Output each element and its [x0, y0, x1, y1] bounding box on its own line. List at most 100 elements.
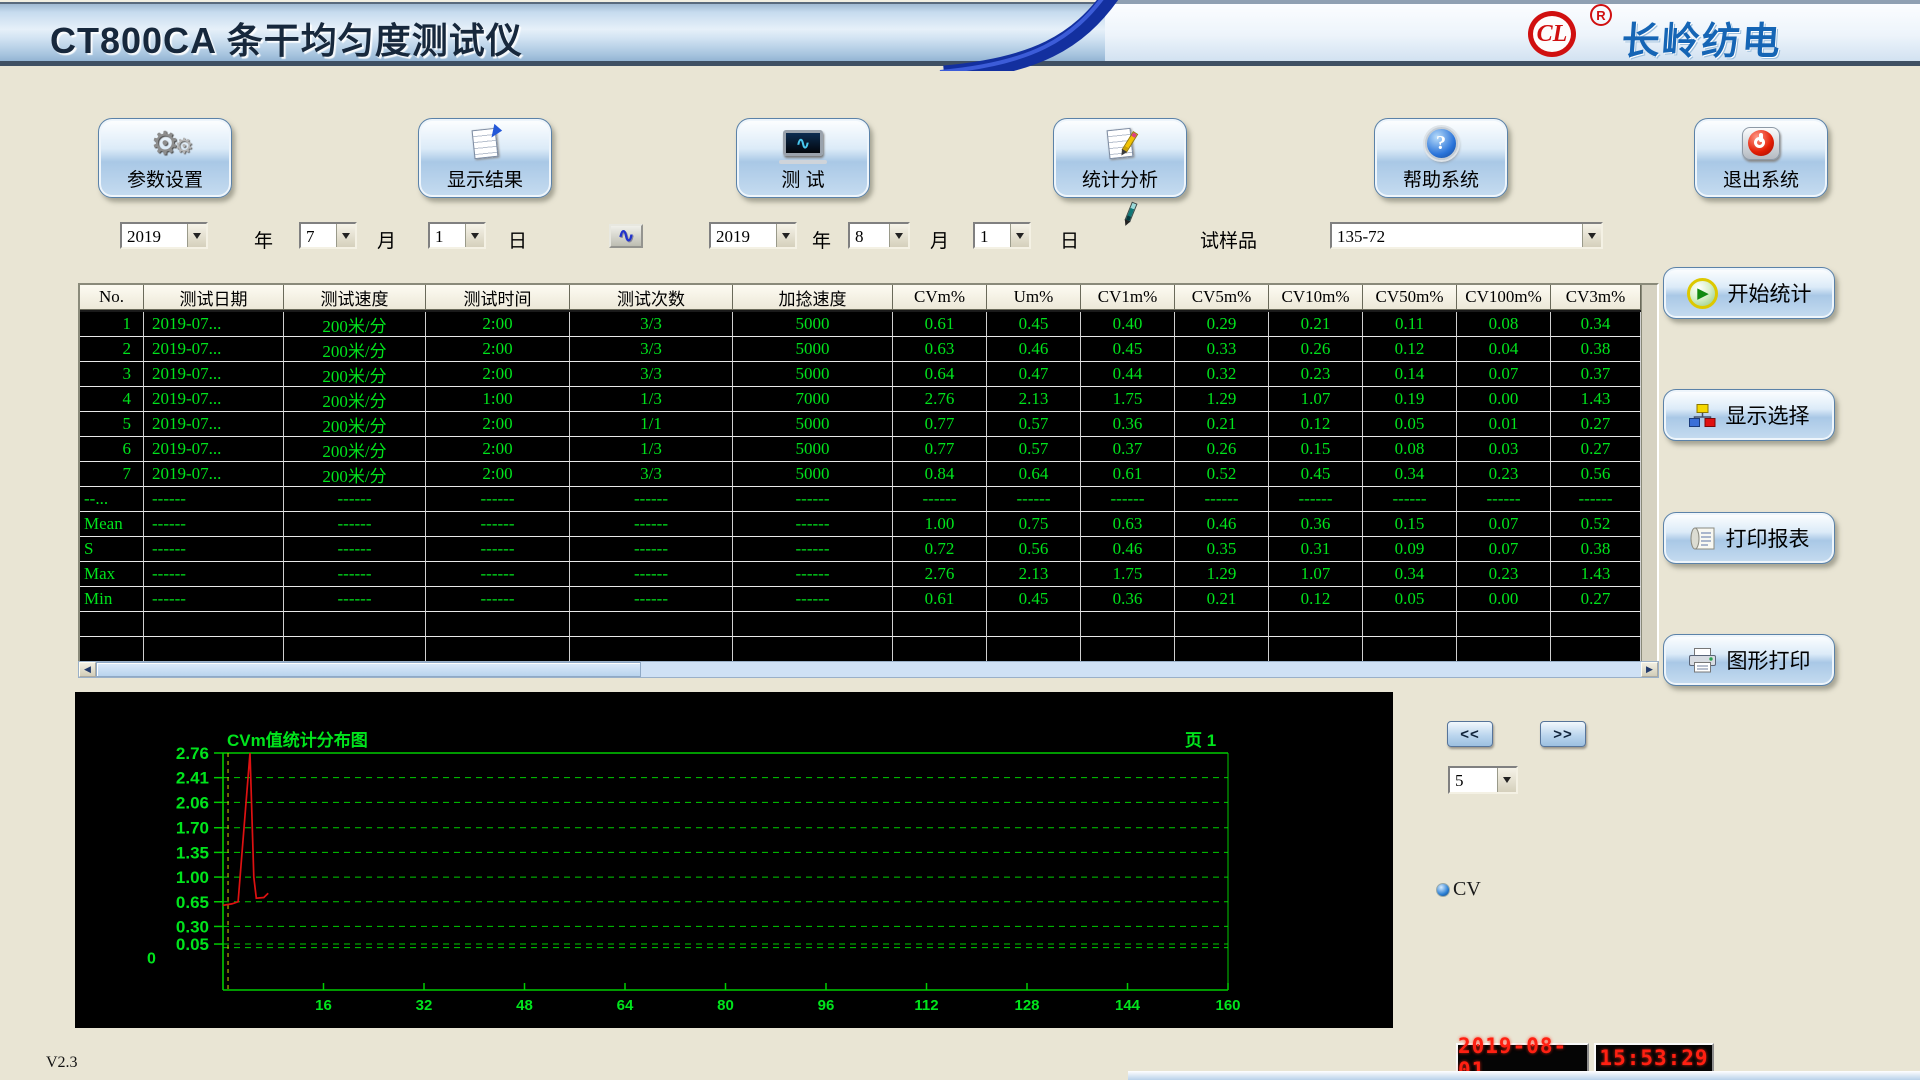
table-row[interactable]: S------------------------------0.720.560…: [80, 537, 1641, 562]
table-cell: ------: [426, 512, 570, 537]
table-cell: [733, 612, 893, 637]
scroll-right-button[interactable]: ▶: [1641, 662, 1658, 677]
column-header[interactable]: 测试时间: [426, 285, 570, 310]
table-row[interactable]: 12019-07...200米/分2:003/350000.610.450.40…: [80, 312, 1641, 337]
scrollbar-thumb[interactable]: [96, 662, 641, 677]
table-cell: 0.46: [1081, 537, 1175, 562]
column-header[interactable]: CV3m%: [1551, 285, 1641, 310]
horizontal-scrollbar[interactable]: ◀ ▶: [78, 661, 1659, 678]
table-cell: 1.29: [1175, 387, 1269, 412]
end-year-select[interactable]: 2019: [709, 222, 797, 249]
table-cell: [733, 637, 893, 662]
pencil-icon: [1122, 131, 1139, 153]
table-cell: 0.27: [1551, 437, 1641, 462]
column-header[interactable]: CV5m%: [1175, 285, 1269, 310]
stats-analysis-label: 统计分析: [1082, 165, 1158, 192]
scrollbar-track[interactable]: [641, 662, 1641, 677]
table-row[interactable]: [80, 637, 1641, 662]
table-row[interactable]: Min------------------------------0.610.4…: [80, 587, 1641, 612]
table-row[interactable]: Max------------------------------2.762.1…: [80, 562, 1641, 587]
table-cell: [987, 637, 1081, 662]
column-header[interactable]: CV100m%: [1457, 285, 1551, 310]
table-cell: [1175, 612, 1269, 637]
table-cell: 2019-07...: [144, 337, 284, 362]
stats-analysis-button[interactable]: 统计分析: [1053, 118, 1187, 198]
document-icon: [472, 127, 499, 158]
table-cell: 0.52: [1551, 512, 1641, 537]
help-system-button[interactable]: ? 帮助系统: [1374, 118, 1508, 198]
params-settings-button[interactable]: ⚙ ⚙ 参数设置: [98, 118, 232, 198]
test-button[interactable]: ∿ 测 试: [736, 118, 870, 198]
svg-text:80: 80: [717, 997, 734, 1014]
start-statistics-button[interactable]: ▶ 开始统计: [1663, 267, 1835, 319]
show-results-label: 显示结果: [447, 165, 523, 192]
sample-select[interactable]: 135-72: [1330, 222, 1603, 249]
table-cell: 0.15: [1269, 437, 1363, 462]
table-cell: [1269, 637, 1363, 662]
start-statistics-label: 开始统计: [1728, 278, 1812, 308]
table-cell: 0.34: [1551, 312, 1641, 337]
table-cell: 0.36: [1081, 412, 1175, 437]
table-row[interactable]: 62019-07...200米/分2:001/350000.770.570.37…: [80, 437, 1641, 462]
column-header[interactable]: CV50m%: [1363, 285, 1457, 310]
prev-page-button[interactable]: <<: [1447, 721, 1493, 747]
table-row[interactable]: 52019-07...200米/分2:001/150000.770.570.36…: [80, 412, 1641, 437]
column-header[interactable]: 加捻速度: [733, 285, 893, 310]
svg-text:1.70: 1.70: [176, 819, 209, 838]
table-cell: [1081, 637, 1175, 662]
svg-text:112: 112: [914, 997, 938, 1014]
column-header[interactable]: 测试日期: [144, 285, 284, 310]
table-row[interactable]: 32019-07...200米/分2:003/350000.640.470.44…: [80, 362, 1641, 387]
table-cell: 0.07: [1457, 512, 1551, 537]
table-cell: 0.37: [1081, 437, 1175, 462]
column-header[interactable]: Um%: [987, 285, 1081, 310]
led-time-value: 15:53:29: [1599, 1046, 1708, 1070]
next-page-button[interactable]: >>: [1540, 721, 1586, 747]
dropdown-arrow-icon[interactable]: [465, 224, 484, 247]
date-range-button[interactable]: ∿: [609, 224, 643, 248]
dropdown-arrow-icon[interactable]: [1010, 224, 1029, 247]
table-cell: 5000: [733, 362, 893, 387]
column-header[interactable]: CV1m%: [1081, 285, 1175, 310]
display-selection-button[interactable]: 显示选择: [1663, 389, 1835, 441]
table-row[interactable]: 22019-07...200米/分2:003/350000.630.460.45…: [80, 337, 1641, 362]
column-header[interactable]: 测试次数: [570, 285, 733, 310]
start-year-select[interactable]: 2019: [120, 222, 208, 249]
dropdown-arrow-icon[interactable]: [1582, 224, 1601, 247]
dropdown-arrow-icon[interactable]: [889, 224, 908, 247]
table-cell: [1081, 612, 1175, 637]
vertical-scrollbar-gutter[interactable]: [1641, 285, 1657, 662]
end-month-select[interactable]: 8: [848, 222, 910, 249]
dropdown-arrow-icon[interactable]: [1497, 768, 1516, 792]
column-header[interactable]: No.: [80, 285, 144, 310]
start-month-select[interactable]: 7: [299, 222, 357, 249]
column-header[interactable]: 测试速度: [284, 285, 426, 310]
graph-print-button[interactable]: 图形打印: [1663, 634, 1835, 686]
table-cell: ------: [733, 487, 893, 512]
exit-system-button[interactable]: 退出系统: [1694, 118, 1828, 198]
table-row[interactable]: Mean------------------------------1.000.…: [80, 512, 1641, 537]
end-day-select[interactable]: 1: [973, 222, 1031, 249]
table-row[interactable]: 42019-07...200米/分1:001/370002.762.131.75…: [80, 387, 1641, 412]
print-report-button[interactable]: 打印报表: [1663, 512, 1835, 564]
svg-text:16: 16: [315, 997, 332, 1014]
table-row[interactable]: 72019-07...200米/分2:003/350000.840.640.61…: [80, 462, 1641, 487]
pen-icon[interactable]: [1121, 200, 1141, 230]
table-cell: 0.36: [1081, 587, 1175, 612]
svg-text:2.41: 2.41: [176, 769, 209, 788]
table-row[interactable]: [80, 612, 1641, 637]
start-day-select[interactable]: 1: [428, 222, 486, 249]
column-header[interactable]: CVm%: [893, 285, 987, 310]
dropdown-arrow-icon[interactable]: [776, 224, 795, 247]
dropdown-arrow-icon[interactable]: [187, 224, 206, 247]
table-cell: 2: [80, 337, 144, 362]
column-header[interactable]: CV10m%: [1269, 285, 1363, 310]
show-results-button[interactable]: 显示结果: [418, 118, 552, 198]
table-cell: ------: [284, 537, 426, 562]
dropdown-arrow-icon[interactable]: [336, 224, 355, 247]
cv-legend[interactable]: CV: [1436, 878, 1481, 901]
table-row[interactable]: --...-----------------------------------…: [80, 487, 1641, 512]
scroll-left-button[interactable]: ◀: [79, 662, 96, 677]
table-cell: [1269, 612, 1363, 637]
page-size-select[interactable]: 5: [1448, 766, 1518, 794]
